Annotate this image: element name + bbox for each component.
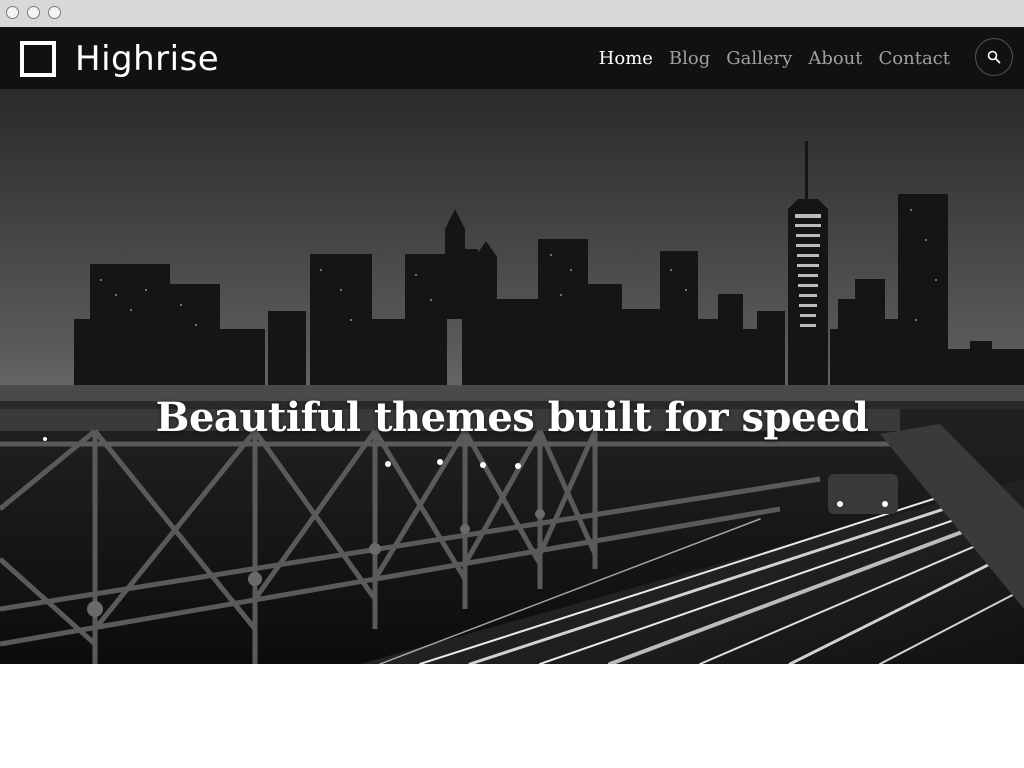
site-name: Highrise [75, 39, 220, 79]
nav-item-about[interactable]: About [808, 48, 862, 69]
window-maximize-button[interactable] [48, 6, 61, 19]
nav-item-blog[interactable]: Blog [669, 48, 710, 69]
main-nav: Home Blog Gallery About Contact [583, 27, 950, 89]
hero-banner: Beautiful themes built for speed [0, 89, 1024, 664]
nav-item-home[interactable]: Home [599, 48, 653, 69]
site-header: Highrise Home Blog Gallery About Contact [0, 27, 1024, 89]
hero-image [0, 89, 1024, 664]
site-logo[interactable]: Highrise [19, 39, 219, 79]
browser-chrome [0, 0, 1024, 27]
window-minimize-button[interactable] [27, 6, 40, 19]
nav-item-contact[interactable]: Contact [879, 48, 950, 69]
window-close-button[interactable] [6, 6, 19, 19]
logo-icon [19, 40, 57, 78]
search-button[interactable] [975, 38, 1013, 76]
search-icon [987, 50, 1001, 64]
nav-item-gallery[interactable]: Gallery [726, 48, 792, 69]
hero-title: Beautiful themes built for speed [155, 393, 869, 441]
